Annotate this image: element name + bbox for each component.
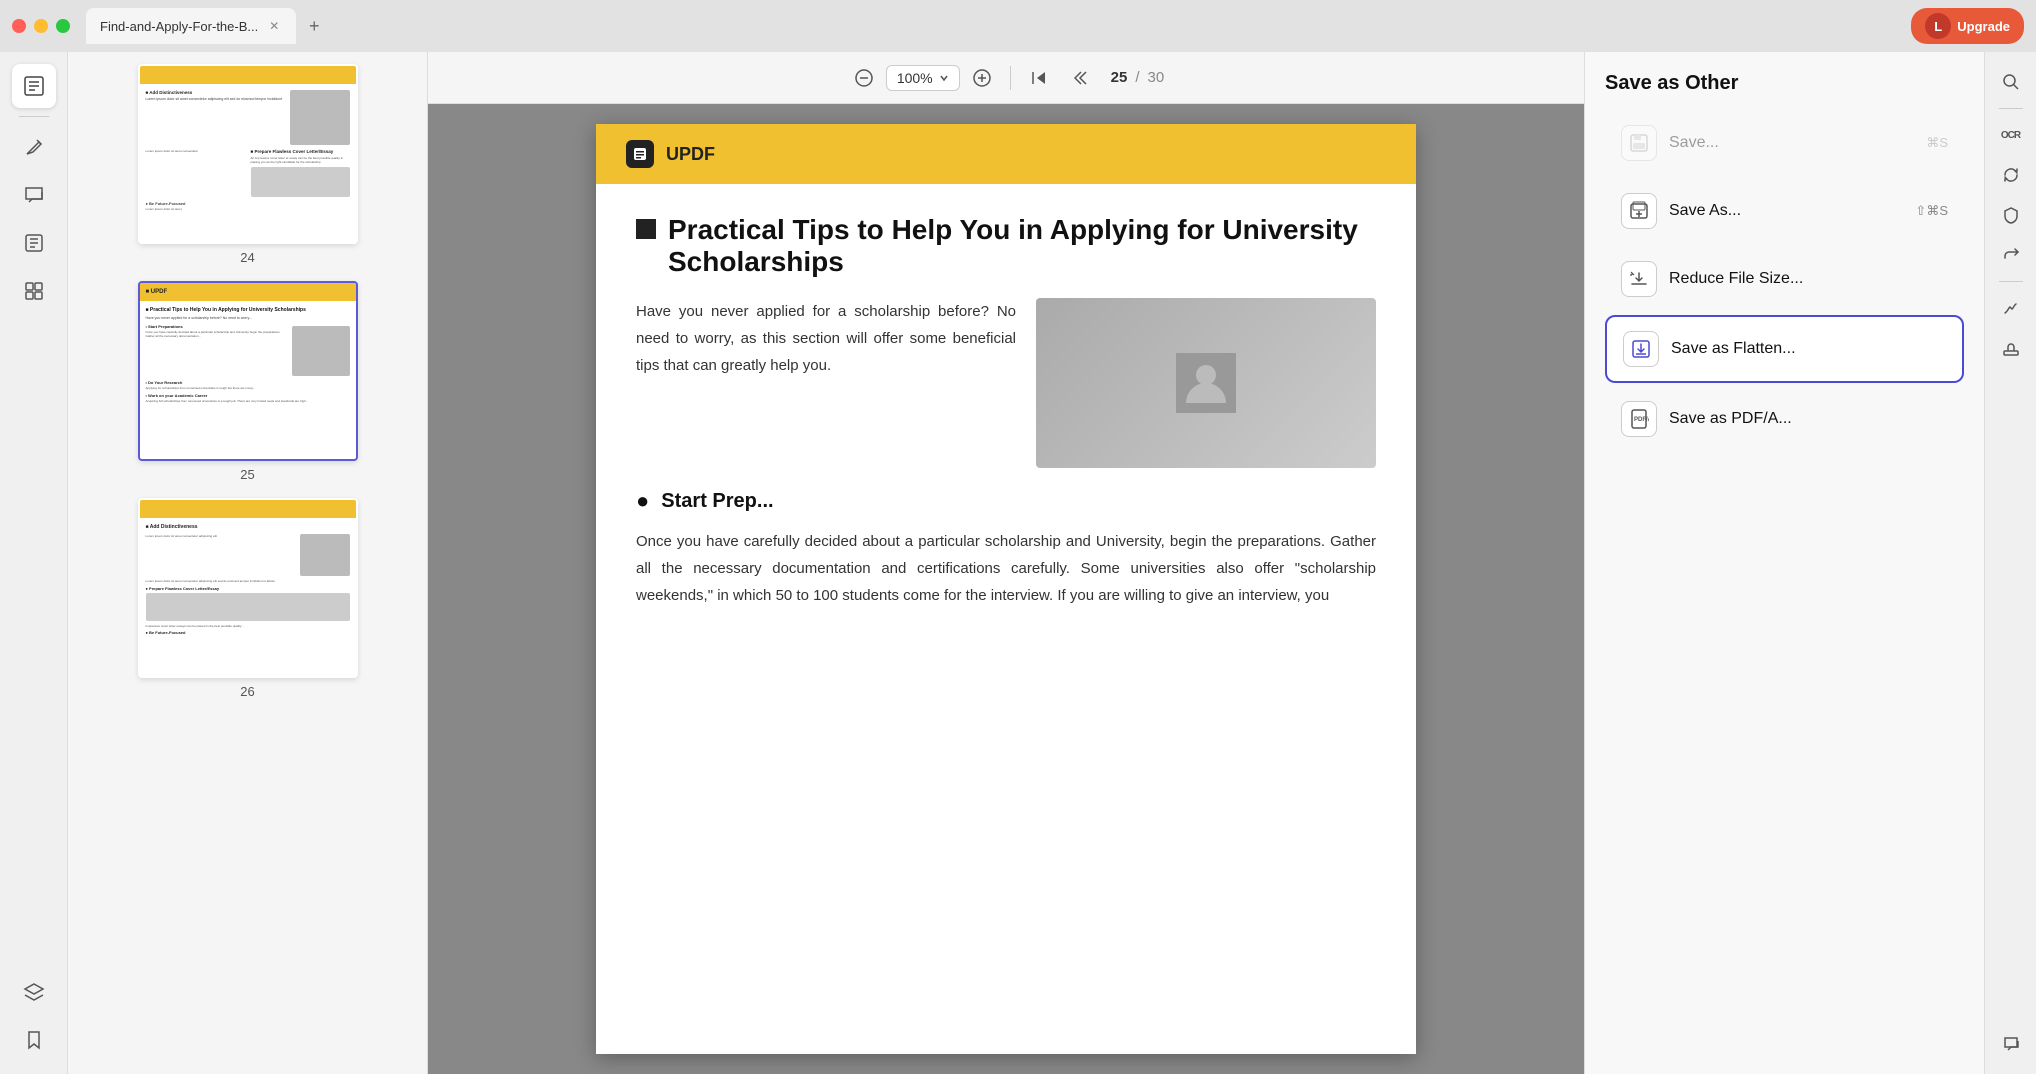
traffic-lights	[12, 19, 70, 33]
save-flatten-menu-item[interactable]: Save as Flatten...	[1605, 315, 1964, 383]
save-as-other-title: Save as Other	[1605, 72, 1964, 95]
thumbnail-num-24: 24	[240, 250, 254, 265]
thumbnail-page-24[interactable]: ■ Add Distinctiveness Lorem ipsum dolor …	[138, 64, 358, 265]
fullscreen-button[interactable]	[56, 19, 70, 33]
upgrade-label: Upgrade	[1957, 19, 2010, 34]
sidebar-item-organize[interactable]	[12, 269, 56, 313]
updf-logo-icon	[626, 140, 654, 168]
tab-close-icon[interactable]: ✕	[266, 18, 282, 34]
sidebar-item-reader[interactable]	[12, 64, 56, 108]
close-button[interactable]	[12, 19, 26, 33]
thumbnail-img-24: ■ Add Distinctiveness Lorem ipsum dolor …	[138, 64, 358, 244]
pdf-content: Practical Tips to Help You in Applying f…	[596, 184, 1416, 659]
pdf-main-title: Practical Tips to Help You in Applying f…	[636, 214, 1376, 278]
zoom-controls: 100%	[848, 62, 998, 94]
toolbar-divider-1	[1010, 66, 1011, 90]
sidebar-item-edit[interactable]	[12, 221, 56, 265]
right-share-button[interactable]	[1993, 237, 2029, 273]
upgrade-button[interactable]: L Upgrade	[1911, 8, 2024, 44]
pdf-section-title: ● Start Prep...	[636, 488, 1376, 514]
save-as-icon	[1621, 193, 1657, 229]
thumbnails-panel[interactable]: ■ Add Distinctiveness Lorem ipsum dolor …	[68, 52, 428, 1074]
save-label: Save...	[1669, 134, 1914, 152]
first-page-button[interactable]	[1023, 62, 1055, 94]
zoom-out-button[interactable]	[848, 62, 880, 94]
rt-divider-2	[1999, 281, 2023, 282]
updf-logo-text: UPDF	[666, 144, 715, 165]
pdf-page: UPDF Practical Tips to Help You in Apply…	[596, 124, 1416, 1054]
right-toolbar: OCR	[1984, 52, 2036, 1074]
new-tab-button[interactable]: +	[300, 12, 328, 40]
right-sign-button[interactable]	[1993, 290, 2029, 326]
right-chat-button[interactable]	[1993, 1026, 2029, 1062]
user-avatar: L	[1925, 13, 1951, 39]
title-bullet-icon	[636, 219, 656, 239]
reduce-icon	[1621, 261, 1657, 297]
tab-bar: Find-and-Apply-For-the-B... ✕ +	[86, 8, 328, 44]
reduce-file-size-menu-item[interactable]: Reduce File Size...	[1605, 247, 1964, 311]
tab-label: Find-and-Apply-For-the-B...	[100, 19, 258, 34]
save-shortcut: ⌘S	[1926, 135, 1948, 151]
right-ocr-button[interactable]: OCR	[1993, 117, 2029, 153]
save-pdfa-menu-item[interactable]: PDF/A Save as PDF/A...	[1605, 387, 1964, 451]
right-protect-button[interactable]	[1993, 197, 2029, 233]
title-bar: Find-and-Apply-For-the-B... ✕ + L Upgrad…	[0, 0, 2036, 52]
page-separator: /	[1135, 69, 1139, 86]
zoom-display[interactable]: 100%	[886, 65, 960, 91]
save-as-other-panel: Save as Other Save... ⌘S	[1584, 52, 1984, 1074]
thumbnail-page-26[interactable]: ■ Add Distinctiveness Lorem ipsum dolor …	[138, 498, 358, 699]
sidebar-item-bookmark[interactable]	[12, 1018, 56, 1062]
save-icon	[1621, 125, 1657, 161]
sidebar-item-pen[interactable]	[12, 125, 56, 169]
minimize-button[interactable]	[34, 19, 48, 33]
save-as-other-menu: Save as Other Save... ⌘S	[1585, 52, 1984, 455]
total-pages: 30	[1147, 69, 1164, 86]
content-area: 100% 25 / 30	[428, 52, 1584, 1074]
zoom-level: 100%	[897, 70, 933, 86]
pdf-viewport[interactable]: UPDF Practical Tips to Help You in Apply…	[428, 104, 1584, 1074]
pdf-body-text: Have you never applied for a scholarship…	[636, 298, 1016, 379]
save-as-menu-item[interactable]: Save As... ⇧⌘S	[1605, 179, 1964, 243]
left-sidebar	[0, 52, 68, 1074]
active-tab[interactable]: Find-and-Apply-For-the-B... ✕	[86, 8, 296, 44]
pdf-image-1	[1036, 298, 1376, 468]
pdfa-label: Save as PDF/A...	[1669, 410, 1936, 428]
main-area: ■ Add Distinctiveness Lorem ipsum dolor …	[0, 52, 2036, 1074]
thumbnail-num-26: 26	[240, 684, 254, 699]
right-stamp-button[interactable]	[1993, 330, 2029, 366]
save-as-shortcut: ⇧⌘S	[1915, 203, 1948, 219]
thumbnail-img-25: ■ UPDF ■ Practical Tips to Help You in A…	[138, 281, 358, 461]
right-convert-button[interactable]	[1993, 157, 2029, 193]
right-search-button[interactable]	[1993, 64, 2029, 100]
thumbnail-img-26: ■ Add Distinctiveness Lorem ipsum dolor …	[138, 498, 358, 678]
zoom-in-button[interactable]	[966, 62, 998, 94]
flatten-label: Save as Flatten...	[1671, 340, 1934, 358]
page-navigation: 25 / 30	[1111, 69, 1165, 86]
current-page: 25	[1111, 69, 1128, 86]
prev-page-button[interactable]	[1067, 62, 1099, 94]
thumbnail-page-25[interactable]: ■ UPDF ■ Practical Tips to Help You in A…	[138, 281, 358, 482]
toolbar: 100% 25 / 30	[428, 52, 1584, 104]
divider-1	[19, 116, 49, 117]
pdf-section-body: Once you have carefully decided about a …	[636, 528, 1376, 609]
thumbnail-num-25: 25	[240, 467, 254, 482]
sidebar-item-layers[interactable]	[12, 970, 56, 1014]
svg-text:PDF/A: PDF/A	[1634, 417, 1649, 423]
rt-divider-1	[1999, 108, 2023, 109]
flatten-icon	[1623, 331, 1659, 367]
pdfa-icon: PDF/A	[1621, 401, 1657, 437]
pdf-header: UPDF	[596, 124, 1416, 184]
save-menu-item: Save... ⌘S	[1605, 111, 1964, 175]
reduce-label: Reduce File Size...	[1669, 270, 1936, 288]
save-as-label: Save As...	[1669, 202, 1903, 220]
sidebar-item-comment[interactable]	[12, 173, 56, 217]
